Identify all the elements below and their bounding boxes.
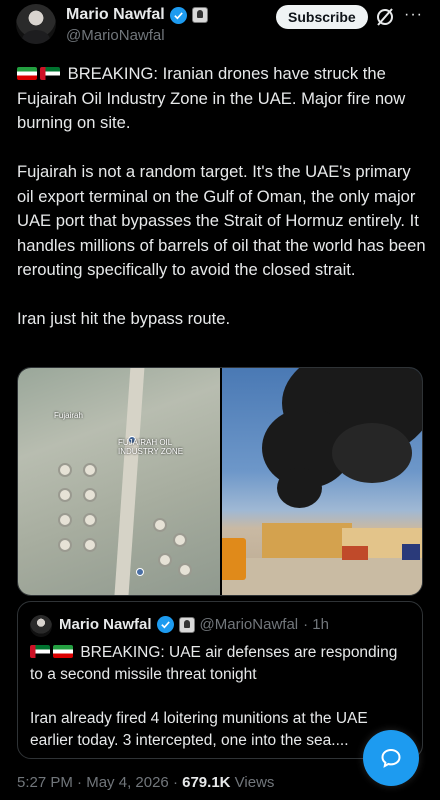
tweet-paragraph: Fujairah is not a random target. It's th…	[17, 162, 426, 279]
fire-smoke-photo[interactable]	[222, 368, 422, 595]
tweet-time[interactable]: 5:27 PM	[17, 774, 73, 791]
quote-timestamp: · 1h	[303, 616, 329, 633]
affiliate-badge-icon	[178, 616, 195, 633]
author-name-row: Mario Nawfal	[66, 6, 208, 24]
quote-author-name: Mario Nawfal	[59, 616, 152, 633]
map-label: Fujairah	[54, 411, 83, 420]
tweet-date[interactable]: May 4, 2026	[86, 774, 169, 791]
subscribe-button[interactable]: Subscribe	[276, 5, 368, 29]
tweet-text: BREAKING: Iranian drones have struck the…	[17, 62, 427, 356]
views-count: 679.1K	[182, 774, 231, 791]
media-grid: FUJAIRAH OIL INDUSTRY ZONE Fujairah	[17, 367, 423, 596]
quote-author-avatar	[30, 615, 52, 637]
author-handle[interactable]: @MarioNawfal	[66, 27, 165, 44]
iran-flag-icon	[17, 67, 37, 80]
tweet-metadata: 5:27 PM · May 4, 2026 · 679.1K Views	[17, 774, 275, 791]
author-avatar[interactable]	[16, 4, 56, 44]
satellite-map-image[interactable]: FUJAIRAH OIL INDUSTRY ZONE Fujairah	[18, 368, 220, 595]
quote-text: BREAKING: UAE air defenses are respondin…	[30, 642, 414, 774]
quote-author-handle: @MarioNawfal	[199, 616, 299, 633]
tweet-header: Mario Nawfal @MarioNawfal Subscribe ···	[0, 0, 440, 56]
uae-flag-icon	[30, 645, 50, 658]
affiliate-badge-icon[interactable]	[191, 7, 208, 23]
grok-icon[interactable]	[374, 6, 396, 28]
quote-header: Mario Nawfal @MarioNawfal · 1h	[59, 616, 329, 633]
quote-paragraph: Iran already fired 4 loitering munitions…	[30, 710, 368, 749]
verified-badge-icon[interactable]	[169, 6, 187, 24]
tweet-paragraph: Iran just hit the bypass route.	[17, 309, 231, 328]
compose-reply-button[interactable]	[363, 730, 419, 786]
author-name[interactable]: Mario Nawfal	[66, 6, 165, 24]
views-label: Views	[234, 774, 275, 791]
more-options-icon[interactable]: ···	[404, 6, 423, 24]
tweet-paragraph: BREAKING: Iranian drones have struck the…	[17, 64, 406, 132]
quote-paragraph: BREAKING: UAE air defenses are respondin…	[30, 644, 398, 683]
uae-flag-icon	[40, 67, 60, 80]
map-label: FUJAIRAH OIL INDUSTRY ZONE	[118, 438, 184, 456]
message-bubble-icon	[381, 748, 401, 768]
verified-badge-icon	[156, 616, 174, 633]
iran-flag-icon	[53, 645, 73, 658]
quoted-tweet[interactable]: Mario Nawfal @MarioNawfal · 1h BREAKING:…	[17, 601, 423, 759]
